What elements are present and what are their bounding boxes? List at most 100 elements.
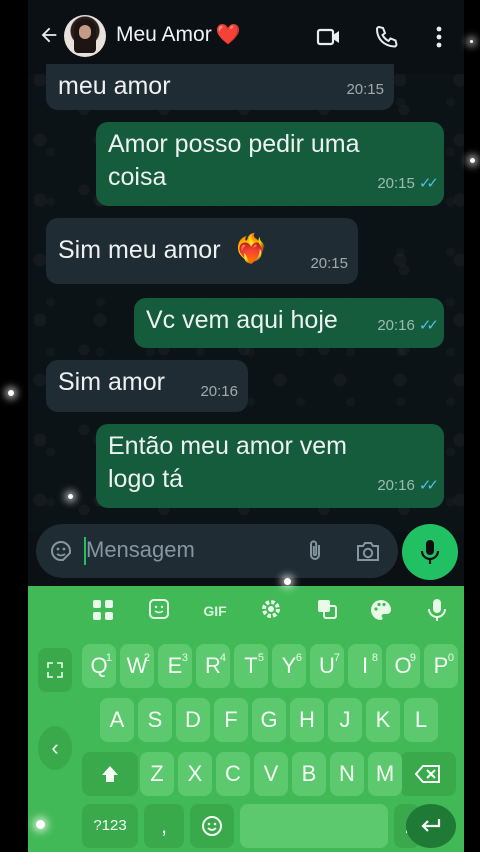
video-call-icon[interactable] [316,24,342,50]
key-e[interactable]: E3 [158,644,192,688]
mic-icon [420,540,440,564]
key-a[interactable]: A [100,698,134,742]
message-placeholder[interactable]: Mensagem [86,537,195,563]
key-d[interactable]: D [176,698,210,742]
contact-name[interactable]: Meu Amor ❤️ [116,22,241,47]
sparkle-decoration [36,820,45,829]
sparkle-decoration [8,390,14,396]
message-time: 20:15 ✓✓ [377,167,439,200]
message-text-line: Amor posso pedir uma [108,130,360,158]
voice-message-button[interactable] [402,524,458,580]
key-label: T [244,653,258,678]
key-w[interactable]: W2 [120,644,154,688]
message-incoming[interactable]: Sim amor 20:16 [46,360,248,412]
key-z[interactable]: Z [140,752,174,796]
sticker-icon[interactable] [48,538,74,564]
message-text: Sim meu amor [58,236,221,264]
gif-button[interactable]: GIF [198,598,232,624]
key-h[interactable]: H [290,698,324,742]
key-j[interactable]: J [328,698,362,742]
camera-icon[interactable] [354,538,382,564]
key-number-hint: 3 [181,652,188,664]
key-number-hint: 9 [409,652,416,664]
key-i[interactable]: I8 [348,644,382,688]
key-number-hint: 6 [295,652,302,664]
read-receipt-icon: ✓✓ [418,477,439,494]
apps-icon[interactable] [90,598,116,624]
enter-key[interactable] [406,804,456,848]
message-time: 20:16 ✓✓ [377,309,439,342]
contact-name-text: Meu Amor [116,23,212,46]
emoji-key[interactable] [190,804,234,848]
keyboard: GIF ‹ ?123 , Q 1 W 2 E 3 R 4 T 5 Y 6 U 7… [28,586,464,852]
settings-icon[interactable] [258,598,284,624]
sparkle-decoration [68,494,73,499]
back-arrow-icon[interactable] [38,24,60,46]
key-y[interactable]: Y6 [272,644,306,688]
key-r[interactable]: R4 [196,644,230,688]
translate-icon[interactable] [314,598,340,624]
mic-icon[interactable] [424,598,450,624]
key-g[interactable]: G [252,698,286,742]
attach-icon[interactable] [302,538,328,564]
key-k[interactable]: K [366,698,400,742]
heart-emoji: ❤️ [215,24,241,46]
avatar[interactable] [64,15,106,57]
message-outgoing[interactable]: Amor posso pedir uma coisa 20:15 ✓✓ [96,122,444,206]
phone-icon[interactable] [373,24,399,50]
message-time: 20:15 [346,81,384,98]
key-v[interactable]: V [254,752,288,796]
key-m[interactable]: M [368,752,402,796]
read-receipt-icon: ✓✓ [418,317,439,334]
more-icon[interactable] [426,24,452,50]
comma-key[interactable]: , [144,804,184,848]
message-text: meu amor [58,72,171,100]
shift-key[interactable] [82,752,138,796]
message-outgoing[interactable]: Vc vem aqui hoje 20:16 ✓✓ [134,298,444,348]
key-p[interactable]: P0 [424,644,458,688]
message-text: Sim amor [58,368,165,396]
key-t[interactable]: T5 [234,644,268,688]
message-time-text: 20:15 [377,175,415,192]
key-l[interactable]: L [404,698,438,742]
message-text-line: Então meu amor vem [108,432,347,460]
sparkle-decoration [284,578,291,585]
key-o[interactable]: O9 [386,644,420,688]
message-time: 20:16 [200,383,238,400]
message-outgoing[interactable]: Então meu amor vem logo tá 20:16 ✓✓ [96,424,444,508]
cursor-left-key[interactable]: ‹ [38,726,72,770]
key-b[interactable]: B [292,752,326,796]
expand-keyboard-key[interactable] [38,648,72,692]
key-label: Y [281,653,297,678]
message-input-bar[interactable]: Mensagem [36,524,398,578]
space-key[interactable] [240,804,388,848]
key-n[interactable]: N [330,752,364,796]
key-label: U [319,653,335,678]
key-c[interactable]: C [216,752,250,796]
key-number-hint: 0 [447,652,454,664]
key-s[interactable]: S [138,698,172,742]
chat-header: Meu Amor ❤️ [28,0,464,74]
read-receipt-icon: ✓✓ [418,175,439,192]
palette-icon[interactable] [368,598,394,624]
message-text: Vc vem aqui hoje [146,306,338,334]
heart-on-fire-emoji: ❤️‍🔥 [233,233,269,264]
key-number-hint: 8 [371,652,378,664]
key-f[interactable]: F [214,698,248,742]
key-number-hint: 7 [333,652,340,664]
sparkle-decoration [470,158,475,163]
message-time-text: 20:16 [377,477,415,494]
message-incoming[interactable]: meu amor 20:15 [46,64,394,110]
key-u[interactable]: U7 [310,644,344,688]
key-number-hint: 5 [257,652,264,664]
key-x[interactable]: X [178,752,212,796]
phone-screen: Meu Amor ❤️ meu amor 20:15 Amor posso ped… [28,0,464,852]
key-q[interactable]: Q1 [82,644,116,688]
key-label: E [167,653,183,678]
sticker-icon[interactable] [146,598,172,624]
message-time: 20:16 ✓✓ [377,469,439,502]
backspace-key[interactable] [400,752,456,796]
key-label: P [433,653,449,678]
symbols-key[interactable]: ?123 [82,804,138,848]
message-incoming[interactable]: Sim meu amor ❤️‍🔥 20:15 [46,218,358,284]
